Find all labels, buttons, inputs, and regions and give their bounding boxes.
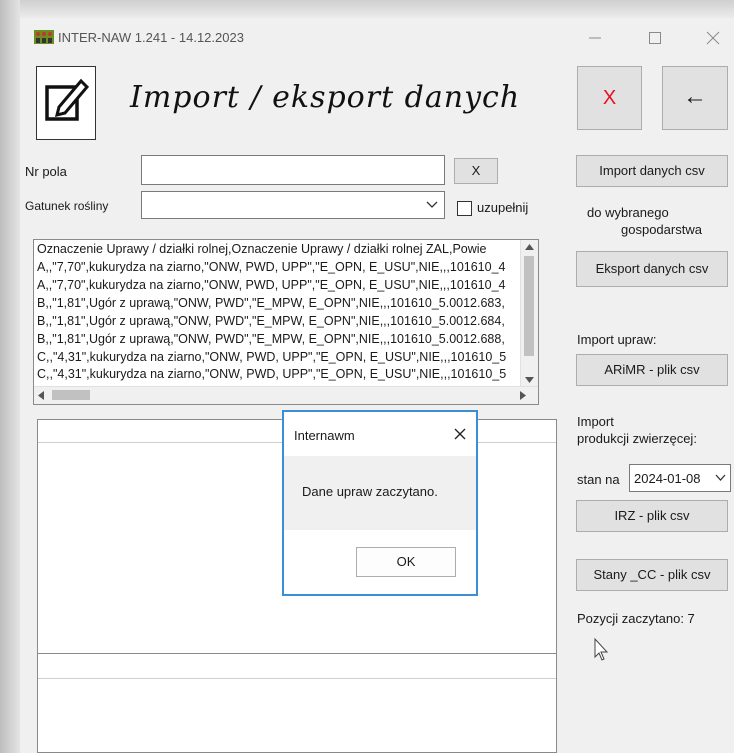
window-close-button[interactable] (698, 26, 728, 50)
maximize-icon (649, 32, 661, 44)
uzupelnij-checkbox[interactable] (457, 201, 472, 216)
edit-icon (45, 78, 90, 121)
close-form-button[interactable]: X (577, 66, 642, 130)
scroll-up-icon[interactable] (525, 244, 534, 250)
csv-line: A,,"7,70",kukurydza na ziarno,"ONW, PWD,… (37, 260, 506, 274)
minimize-button[interactable] (580, 26, 610, 50)
horizontal-scroll-thumb[interactable] (52, 390, 90, 400)
gatunek-select[interactable] (141, 191, 445, 219)
mouse-cursor-icon (594, 638, 609, 661)
date-value: 2024-01-08 (634, 471, 701, 486)
csv-line: B,,"1,81",Ugór z uprawą,"ONW, PWD","E_MP… (37, 314, 505, 328)
page-title: Import / eksport danych (130, 80, 521, 115)
chevron-down-icon (715, 474, 726, 481)
nr-pola-label: Nr pola (25, 164, 67, 179)
close-icon (706, 31, 720, 45)
minimize-icon (589, 37, 601, 39)
close-icon (454, 428, 466, 440)
vertical-scroll-thumb[interactable] (524, 256, 534, 356)
back-button[interactable]: ← (662, 66, 728, 130)
csv-line: C,,"4,31",kukurydza na ziarno,"ONW, PWD,… (37, 350, 507, 364)
irz-csv-button[interactable]: IRZ - plik csv (576, 500, 728, 532)
title-bar: INTER-NAW 1.241 - 14.12.2023 (20, 18, 734, 58)
arrow-left-icon: ← (683, 83, 707, 110)
scroll-down-icon[interactable] (525, 377, 534, 383)
window-title: INTER-NAW 1.241 - 14.12.2023 (58, 30, 244, 45)
screenshot-shadow-top (0, 0, 734, 18)
csv-line: A,,"7,70",kukurydza na ziarno,"ONW, PWD,… (37, 278, 506, 292)
dialog-message: Dane upraw zaczytano. (302, 484, 438, 499)
gatunek-label: Gatunek rośliny (25, 199, 109, 213)
uzupelnij-label: uzupełnij (477, 200, 529, 215)
csv-line: B,,"1,81",Ugór z uprawą,"ONW, PWD","E_MP… (37, 296, 505, 310)
pozycji-zaczytano-label: Pozycji zaczytano: 7 (577, 611, 695, 626)
app-window: INTER-NAW 1.241 - 14.12.2023 Import / ek… (20, 18, 734, 753)
nr-pola-input[interactable] (141, 155, 445, 185)
maximize-button[interactable] (640, 26, 670, 50)
clear-nr-pola-button[interactable]: X (454, 158, 498, 184)
app-logo-icon (34, 30, 54, 44)
stany-cc-csv-button[interactable]: Stany _CC - plik csv (576, 559, 728, 591)
import-label: Import (577, 414, 614, 429)
csv-line: B,,"1,81",Ugór z uprawą,"ONW, PWD","E_MP… (37, 332, 505, 346)
do-wybranego-label: do wybranego (587, 205, 669, 220)
vertical-scrollbar[interactable] (520, 240, 538, 387)
chevron-down-icon (426, 201, 438, 208)
dialog-close-button[interactable] (450, 424, 470, 444)
scroll-left-icon[interactable] (38, 391, 44, 400)
edit-page-icon-box (36, 66, 96, 140)
horizontal-scrollbar[interactable] (34, 386, 538, 404)
dialog-body: Dane upraw zaczytano. (284, 456, 476, 530)
produkcji-zwierzecej-label: produkcji zwierzęcej: (577, 431, 697, 446)
stan-na-date-picker[interactable]: 2024-01-08 (629, 464, 731, 492)
csv-preview-textarea[interactable]: Oznaczenie Uprawy / działki rolnej,Oznac… (33, 239, 539, 405)
grid-header (38, 656, 556, 679)
data-grid-lower[interactable] (37, 653, 557, 753)
import-upraw-label: Import upraw: (577, 332, 657, 347)
csv-line: Oznaczenie Uprawy / działki rolnej,Oznac… (37, 242, 487, 256)
ok-button[interactable]: OK (356, 547, 456, 577)
gospodarstwa-label: gospodarstwa (621, 222, 702, 237)
message-dialog: Internawm Dane upraw zaczytano. OK (282, 410, 478, 596)
dialog-title: Internawm (294, 428, 355, 443)
scroll-right-icon[interactable] (520, 391, 526, 400)
csv-line: C,,"4,31",kukurydza na ziarno,"ONW, PWD,… (37, 367, 507, 381)
import-csv-button[interactable]: Import danych csv (576, 155, 728, 187)
stan-na-label: stan na (577, 472, 620, 487)
arimr-csv-button[interactable]: ARiMR - plik csv (576, 354, 728, 386)
screenshot-shadow-left (0, 0, 20, 753)
eksport-csv-button[interactable]: Eksport danych csv (576, 251, 728, 287)
